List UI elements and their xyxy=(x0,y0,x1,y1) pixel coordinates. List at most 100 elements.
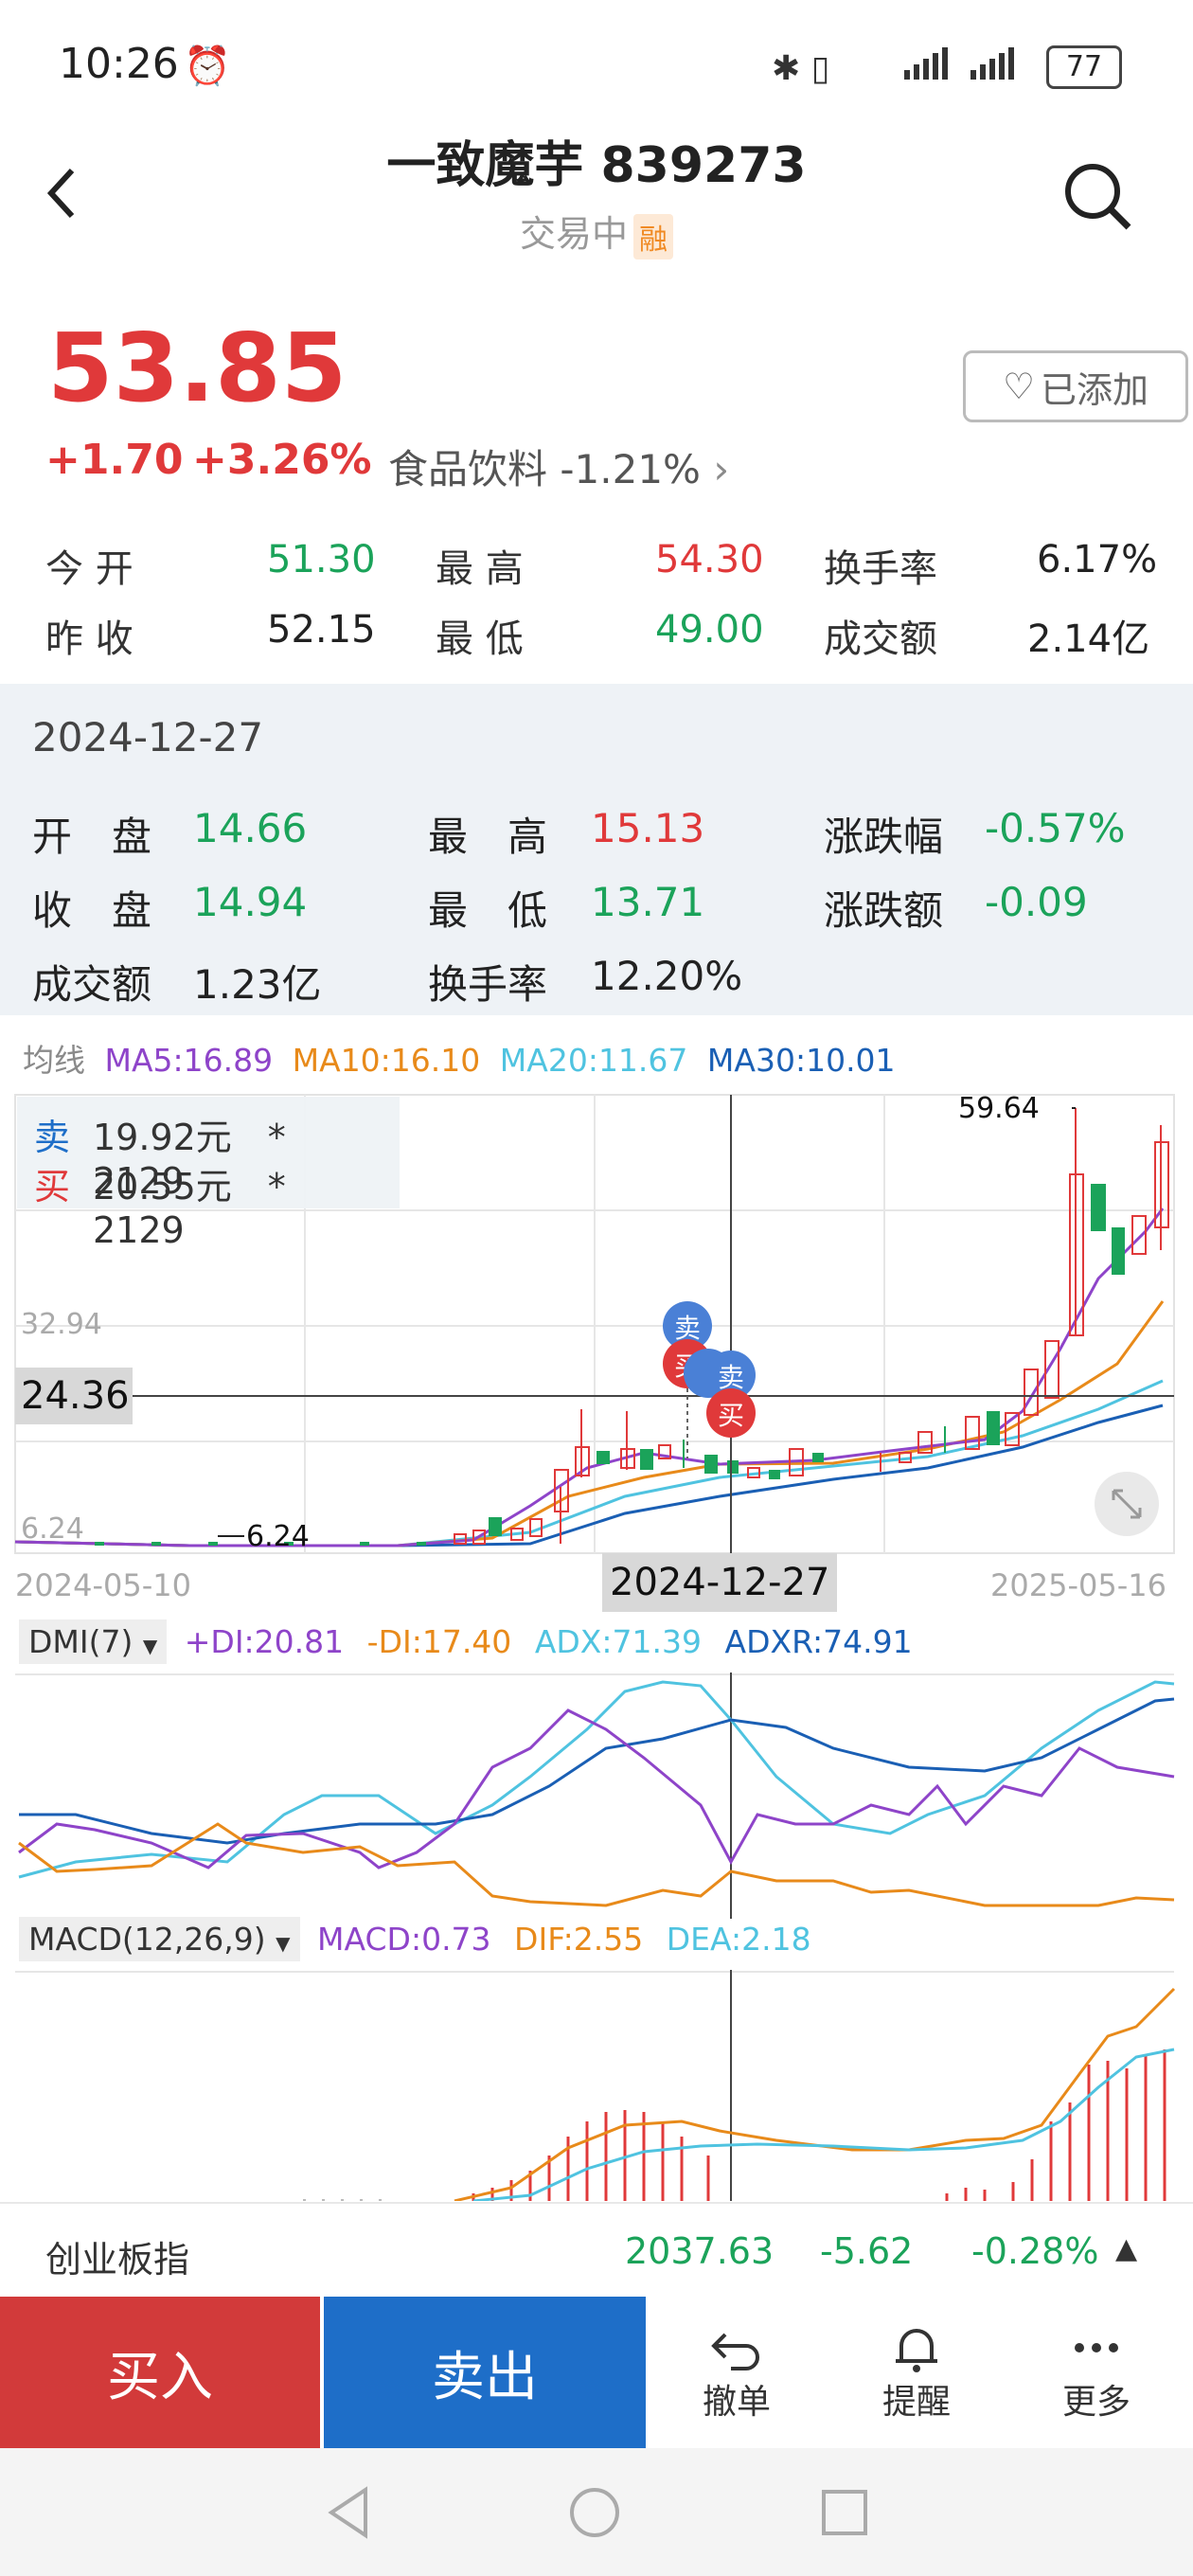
ma10-value: MA10:16.10 xyxy=(292,1042,481,1079)
more-button[interactable]: 更多 xyxy=(1011,2297,1182,2448)
undo-icon xyxy=(711,2333,759,2370)
industry-name: 食品饮料 xyxy=(388,446,548,492)
dif-line xyxy=(454,1987,1176,2201)
dmi-mdi: -DI:17.40 xyxy=(366,1623,512,1660)
action-bar: 买入 卖出 撤单 提醒 更多 xyxy=(0,2297,1193,2448)
alert-label: 提醒 xyxy=(881,2383,951,2422)
panel-turnover-label: 换手率 xyxy=(428,961,548,1008)
turnover-label: 换手率 xyxy=(824,547,937,591)
clock: 10:26 xyxy=(59,40,179,88)
dmi-legend: DMI(7) ▼ +DI:20.81 -DI:17.40 ADX:71.39 A… xyxy=(19,1619,913,1664)
watchlist-button[interactable]: ♡ 已添加 xyxy=(963,350,1188,422)
prev-close-value: 52.15 xyxy=(267,608,376,652)
index-value: 2037.63 xyxy=(625,2230,775,2272)
panel-turnover: 12.20% xyxy=(591,953,743,999)
macd-legend: MACD(12,26,9) ▼ MACD:0.73 DIF:2.55 DEA:2… xyxy=(19,1917,811,1961)
panel-date: 2024-12-27 xyxy=(32,714,264,760)
system-nav-bar xyxy=(0,2448,1193,2576)
search-button[interactable] xyxy=(1060,159,1136,235)
bell-icon xyxy=(896,2329,937,2372)
nav-home-icon[interactable] xyxy=(566,2484,623,2541)
panel-open-label: 开 盘 xyxy=(32,814,152,860)
dmi-selector[interactable]: DMI(7) ▼ xyxy=(19,1619,168,1664)
panel-pct-label: 涨跌幅 xyxy=(824,814,944,860)
dmi-chart[interactable] xyxy=(0,1673,1193,1919)
ma-legend: 均线 MA5:16.89 MA10:16.10 MA20:11.67 MA30:… xyxy=(23,1035,896,1081)
panel-low: 13.71 xyxy=(591,879,705,925)
panel-high: 15.13 xyxy=(591,805,705,851)
more-icon xyxy=(1075,2343,1118,2352)
page-title: 一致魔芋 839273 xyxy=(386,137,807,194)
panel-chg: -0.09 xyxy=(985,879,1088,925)
macd-dea: DEA:2.18 xyxy=(666,1921,811,1958)
industry-change: -1.21% xyxy=(560,446,701,492)
index-change-pct: -0.28% xyxy=(971,2230,1099,2272)
kline-y-label-1: 32.94 xyxy=(21,1308,102,1341)
panel-volume-label: 成交额 xyxy=(32,961,152,1008)
expand-up-icon[interactable]: ▲ xyxy=(1115,2232,1137,2265)
order-buy-label: 买 xyxy=(34,1166,71,1208)
trading-status-text: 交易中 xyxy=(519,213,628,255)
open-value: 51.30 xyxy=(267,538,376,581)
cancel-order-label: 撤单 xyxy=(702,2383,771,2422)
cancel-order-button[interactable]: 撤单 xyxy=(651,2297,822,2448)
watchlist-label: 已添加 xyxy=(1041,368,1149,411)
alert-button[interactable]: 提醒 xyxy=(831,2297,1002,2448)
price-change: +1.70 xyxy=(45,436,184,484)
date-cursor: 2024-12-27 xyxy=(602,1553,838,1612)
more-label: 更多 xyxy=(1061,2383,1131,2422)
adx-line xyxy=(18,1680,1175,1879)
date-start: 2024-05-10 xyxy=(15,1567,191,1603)
ma5-value: MA5:16.89 xyxy=(104,1042,274,1079)
pdi-line xyxy=(18,1708,1175,1869)
date-end: 2025-05-16 xyxy=(990,1567,1166,1603)
amount-value: 2.14亿 xyxy=(1027,617,1150,661)
turnover-value: 6.17% xyxy=(1037,538,1158,581)
kline-min-label: 6.24 xyxy=(246,1520,310,1553)
status-bar: 10:26 ⏰ ✱ ▯ 77 xyxy=(0,0,1193,133)
macd-dif: DIF:2.55 xyxy=(514,1921,644,1958)
index-name: 创业板指 xyxy=(45,2239,190,2281)
amount-label: 成交额 xyxy=(824,617,937,661)
prev-close-label: 昨 收 xyxy=(45,617,134,661)
nav-back-icon[interactable] xyxy=(322,2484,379,2541)
macd-chart[interactable] xyxy=(0,1970,1193,2201)
panel-high-label: 最 高 xyxy=(428,814,548,860)
high-label: 最 高 xyxy=(436,547,524,591)
panel-pct: -0.57% xyxy=(985,805,1126,851)
heart-check-icon: ♡ xyxy=(1002,366,1036,407)
buy-button[interactable]: 买入 xyxy=(0,2297,320,2448)
panel-close-label: 收 盘 xyxy=(32,887,152,934)
sell-button[interactable]: 卖出 xyxy=(324,2297,646,2448)
low-label: 最 低 xyxy=(436,617,524,661)
macd-bars xyxy=(472,2049,1166,2201)
index-ticker[interactable]: 创业板指 2037.63 -5.62 -0.28% ▲ xyxy=(0,2202,1193,2299)
order-box: 卖 19.92元 * 2129 买 20.55元 * 2129 xyxy=(17,1097,400,1251)
svg-text:✱ ▯: ✱ ▯ xyxy=(772,49,829,88)
order-buy-text: 20.55元 * 2129 xyxy=(93,1166,322,1251)
macd-selector[interactable]: MACD(12,26,9) ▼ xyxy=(19,1917,300,1961)
dropdown-icon: ▼ xyxy=(276,1932,291,1955)
nav-recents-icon[interactable] xyxy=(816,2484,873,2541)
price-change-pct: +3.26% xyxy=(192,436,372,484)
signal-icons: ✱ ▯ xyxy=(772,47,1014,88)
ma-legend-label: 均线 xyxy=(23,1042,85,1079)
dmi-pdi: +DI:20.81 xyxy=(184,1623,345,1660)
day-detail-panel: 2024-12-27 开 盘 14.66 最 高 15.13 涨跌幅 -0.57… xyxy=(0,684,1193,1015)
panel-open: 14.66 xyxy=(193,805,308,851)
dmi-adx: ADX:71.39 xyxy=(534,1623,702,1660)
current-price: 53.85 xyxy=(47,313,347,423)
industry-link[interactable]: 食品饮料 -1.21% › xyxy=(388,438,729,495)
marker-buy-2-text: 买 xyxy=(718,1400,744,1431)
mdi-line xyxy=(18,1822,1175,1907)
dmi-selector-label: DMI(7) xyxy=(28,1623,134,1660)
open-label: 今 开 xyxy=(45,547,134,591)
panel-chg-label: 涨跌额 xyxy=(824,887,944,934)
ma20-value: MA20:11.67 xyxy=(499,1042,688,1079)
kline-y-label-2: 6.24 xyxy=(21,1512,84,1546)
panel-close: 14.94 xyxy=(193,879,308,925)
alarm-icon: ⏰ xyxy=(184,45,231,88)
macd-selector-label: MACD(12,26,9) xyxy=(28,1921,266,1958)
panel-low-label: 最 低 xyxy=(428,887,548,934)
macd-value: MACD:0.73 xyxy=(317,1921,491,1958)
